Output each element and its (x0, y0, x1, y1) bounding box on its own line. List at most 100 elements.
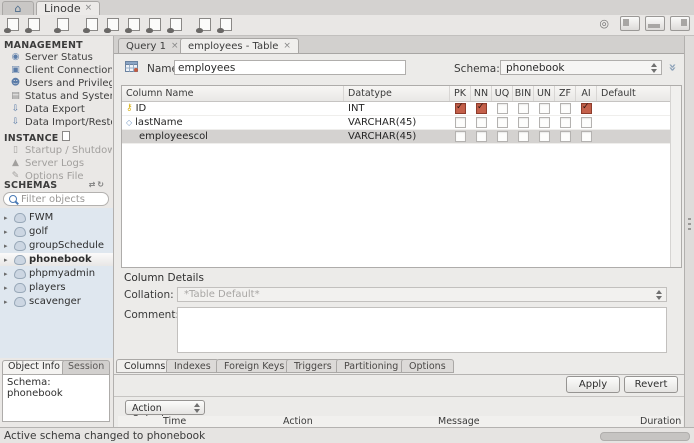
col-header-ai[interactable]: AI (576, 86, 597, 101)
checkbox-un[interactable] (539, 131, 550, 142)
checkbox-un[interactable] (539, 117, 550, 128)
open-sql-script-icon[interactable] (25, 17, 42, 33)
ao-col-action[interactable]: Action (283, 416, 313, 427)
create-table-icon[interactable] (104, 17, 121, 33)
schema-item-fwm[interactable]: ▸ FWM (0, 211, 113, 224)
checkbox-zf[interactable] (560, 131, 571, 142)
new-query-tab-icon[interactable] (4, 17, 21, 33)
checkbox-nn[interactable] (476, 102, 487, 114)
tab-foreign-keys[interactable]: Foreign Keys (216, 359, 293, 373)
create-view-icon[interactable] (125, 17, 142, 33)
checkbox-pk[interactable] (455, 117, 466, 128)
checkbox-nn[interactable] (476, 117, 487, 128)
reconnect-dbms-icon[interactable] (217, 17, 234, 33)
toggle-bottom-panel-icon[interactable] (645, 16, 665, 31)
tab-session[interactable]: Session (62, 360, 111, 375)
schema-select[interactable]: phonebook (500, 60, 662, 75)
action-output-select[interactable]: Action Output (125, 400, 205, 425)
col-header-un[interactable]: UN (534, 86, 555, 101)
tab-object-info[interactable]: Object Info (2, 360, 66, 375)
horizontal-scrollbar[interactable] (600, 432, 690, 441)
right-panel-splitter[interactable] (684, 36, 694, 427)
schema-item-phonebook[interactable]: ▸ phonebook (0, 253, 113, 266)
stepper-icon[interactable] (193, 403, 202, 413)
ao-col-message[interactable]: Message (438, 416, 480, 427)
checkbox-uq[interactable] (497, 103, 508, 114)
tab-options[interactable]: Options (401, 359, 454, 373)
sidebar-item-data-export[interactable]: ⇩ Data Export (10, 103, 112, 115)
col-header-bin[interactable]: BIN (513, 86, 534, 101)
ao-col-time[interactable]: Time (163, 416, 186, 427)
schemas-header-icons[interactable]: ⇄↻ (89, 180, 106, 189)
search-data-icon[interactable] (196, 17, 213, 33)
checkbox-pk[interactable] (455, 131, 466, 142)
checkbox-zf[interactable] (560, 103, 571, 114)
schema-filter-input[interactable]: Filter objects (3, 192, 109, 206)
expand-editor-icon[interactable]: » (665, 63, 680, 69)
expand-arrow-icon[interactable]: ▸ (4, 228, 11, 236)
col-header-zf[interactable]: ZF (555, 86, 576, 101)
sidebar-item-server-status[interactable]: ◉ Server Status (10, 51, 112, 63)
collation-select[interactable]: *Table Default* (177, 287, 667, 302)
col-header-pk[interactable]: PK (450, 86, 471, 101)
toggle-left-panel-icon[interactable] (620, 16, 640, 31)
sidebar-item-users-privileges[interactable]: ☻ Users and Privileges (10, 77, 112, 89)
tab-indexes[interactable]: Indexes (166, 359, 219, 373)
expand-arrow-icon[interactable]: ▸ (4, 284, 11, 292)
expand-arrow-icon[interactable]: ▸ (4, 214, 11, 222)
schema-item-groupschedule[interactable]: ▸ groupSchedule (0, 239, 113, 252)
close-icon[interactable]: × (283, 41, 291, 51)
sidebar-item-status-variables[interactable]: ▤ Status and System Variables (10, 90, 112, 102)
col-header-datatype[interactable]: Datatype (344, 86, 450, 101)
tab-employees-table[interactable]: employees - Table × (180, 38, 299, 53)
schema-item-scavenger[interactable]: ▸ scavenger (0, 295, 113, 308)
toggle-right-panel-icon[interactable] (670, 16, 690, 31)
table-name-input[interactable] (174, 60, 406, 75)
expand-arrow-icon[interactable]: ▸ (4, 242, 11, 250)
checkbox-pk[interactable] (455, 102, 466, 114)
checkbox-nn[interactable] (476, 131, 487, 142)
col-header-name[interactable]: Column Name (122, 86, 344, 101)
sidebar-item-server-logs[interactable]: ▲ Server Logs (10, 157, 112, 169)
stepper-icon[interactable] (655, 290, 664, 300)
create-function-icon[interactable] (167, 17, 184, 33)
create-schema-icon[interactable] (83, 17, 100, 33)
tab-partitioning[interactable]: Partitioning (336, 359, 407, 373)
grid-row-lastname[interactable]: ◇ lastName VARCHAR(45) (122, 116, 671, 130)
revert-button[interactable]: Revert (624, 376, 678, 393)
sidebar-item-client-connections[interactable]: ▣ Client Connections (10, 64, 112, 76)
checkbox-uq[interactable] (497, 131, 508, 142)
comment-textarea[interactable] (177, 307, 667, 353)
checkbox-un[interactable] (539, 103, 550, 114)
inspect-database-icon[interactable] (54, 17, 71, 33)
close-icon[interactable]: × (85, 4, 93, 13)
grid-row-employeescol[interactable]: employeescol VARCHAR(45) (122, 130, 671, 144)
stepper-icon[interactable] (650, 63, 659, 73)
checkbox-ai[interactable] (581, 117, 592, 128)
checkbox-bin[interactable] (518, 117, 529, 128)
checkbox-bin[interactable] (518, 103, 529, 114)
checkbox-bin[interactable] (518, 131, 529, 142)
sidebar-item-startup-shutdown[interactable]: ▯ Startup / Shutdown (10, 144, 112, 156)
home-tab[interactable]: ⌂ (2, 1, 34, 15)
tab-query-1[interactable]: Query 1 × (118, 38, 187, 53)
sidebar-item-data-import[interactable]: ⇩ Data Import/Restore (10, 116, 112, 128)
col-header-default[interactable]: Default (597, 86, 671, 101)
apply-button[interactable]: Apply (566, 376, 620, 393)
schema-item-phpmyadmin[interactable]: ▸ phpmyadmin (0, 267, 113, 280)
checkbox-ai[interactable] (581, 131, 592, 142)
session-tab-linode[interactable]: Linode × (36, 1, 101, 15)
close-icon[interactable]: × (171, 41, 179, 51)
checkbox-uq[interactable] (497, 117, 508, 128)
ao-col-duration[interactable]: Duration / Fetch (640, 416, 683, 427)
expand-arrow-icon[interactable]: ▸ (4, 270, 11, 278)
schema-item-players[interactable]: ▸ players (0, 281, 113, 294)
col-header-nn[interactable]: NN (471, 86, 492, 101)
schema-item-golf[interactable]: ▸ golf (0, 225, 113, 238)
tab-columns[interactable]: Columns (116, 359, 174, 373)
checkbox-zf[interactable] (560, 117, 571, 128)
checkbox-ai[interactable] (581, 102, 592, 114)
col-header-uq[interactable]: UQ (492, 86, 513, 101)
expand-arrow-icon[interactable]: ▸ (4, 298, 11, 306)
create-procedure-icon[interactable] (146, 17, 163, 33)
